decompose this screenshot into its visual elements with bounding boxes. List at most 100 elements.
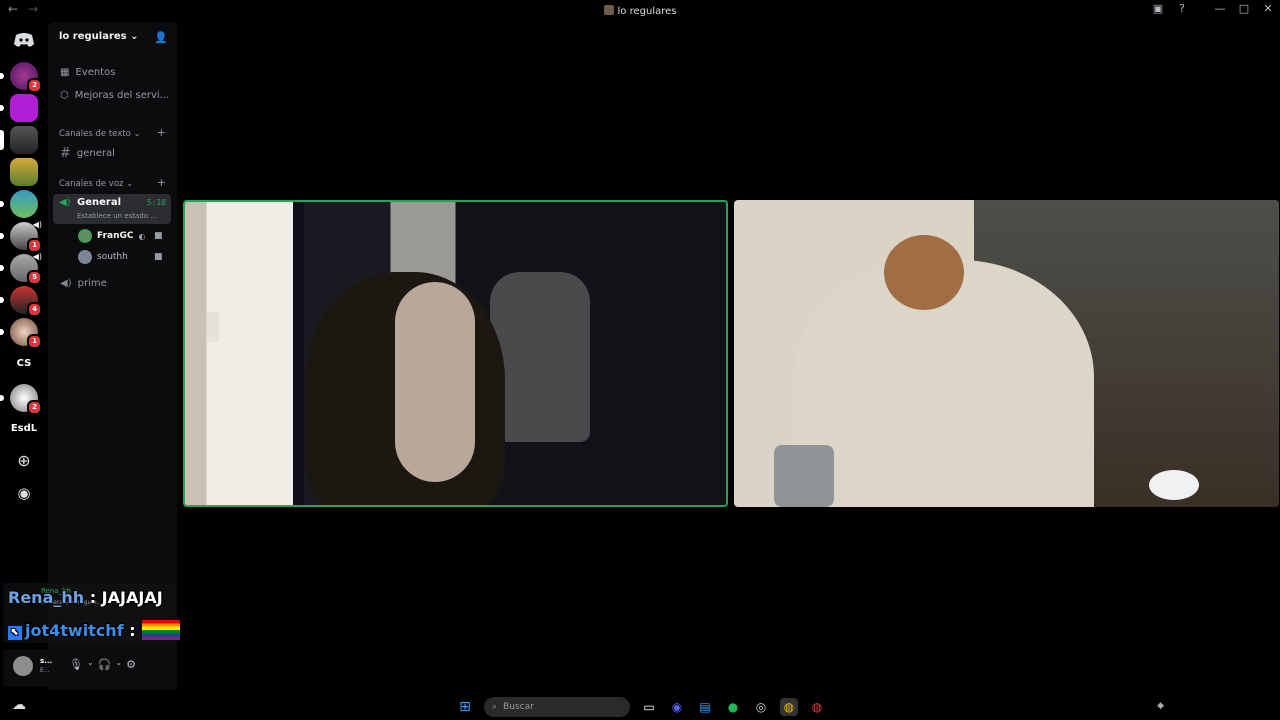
chrome-icon[interactable]: ◍ [780,698,798,716]
voice-user[interactable]: FranGC ◐ ■ [78,229,163,243]
user-panel: s... E... 🎙 ⌄ 🎧 ⌄ ⚙ [3,650,175,686]
server-item[interactable]: ◀) 1 [0,220,42,253]
minimize-icon[interactable]: — [1208,2,1232,15]
server-avatar [10,158,38,186]
camera-icon: ■ [154,231,163,241]
boost-shield-icon: ⬡ [60,90,69,101]
microphone-icon[interactable]: 🎙 [69,658,83,671]
avatar [78,250,92,264]
unread-indicator [0,265,4,271]
chevron-down-icon[interactable]: ⌄ [87,658,94,671]
inbox-icon[interactable]: ▣ [1146,2,1170,15]
store-icon[interactable]: ▤ [696,698,714,716]
spotify-icon[interactable]: ● [724,698,742,716]
overlay-message: Rena_hh : JAJAJAJ [8,588,163,607]
voice-channel-general[interactable]: ◀) General 5:10 Establece un estado ... [53,194,171,224]
server-name: lo regulares [59,31,127,42]
server-item[interactable] [10,158,38,186]
avatar [78,229,92,243]
mention-badge: 4 [27,302,42,317]
mouse [1149,470,1199,500]
gaming-chair [490,272,590,442]
boosts-item[interactable]: ⬡ Mejoras del servi... [60,90,169,101]
mention-badge: 1 [27,238,42,253]
close-icon[interactable]: ✕ [1256,2,1280,15]
hand [395,282,475,482]
calendar-icon: ▦ [60,67,70,78]
server-item[interactable]: ◀) 5 [0,252,42,285]
server-item[interactable]: 1 [0,318,42,349]
voice-channel-label: prime [77,278,107,289]
search-icon: ⌕ [492,702,498,712]
thermos [774,445,834,507]
server-item[interactable] [0,190,38,218]
help-icon[interactable]: ? [1170,2,1194,15]
invite-people-icon[interactable]: 👤 [154,31,168,44]
chevron-down-icon[interactable]: ⌄ [115,658,122,671]
overlay-text: : JAJAJAJ [84,588,163,607]
task-view-icon[interactable]: ▭ [640,698,658,716]
overlay-username: jot4twitchf [25,621,124,640]
server-item[interactable] [0,94,38,122]
server-item-cs[interactable]: CS [10,350,38,378]
video-tile-southh[interactable] [734,200,1279,507]
window-controls: ▣ ? — □ ✕ [1146,2,1280,15]
voice-speaker-icon: ◀) [32,220,42,229]
chrome-profile-icon[interactable]: ◍ [808,698,826,716]
boosts-label: Mejoras del servi... [74,90,170,101]
server-avatar [10,94,38,122]
voice-channels-category[interactable]: Canales de voz ⌄ [59,179,133,189]
user-name: s... [40,657,53,665]
set-status-prompt[interactable]: Establece un estado ... [77,212,157,220]
server-item[interactable]: 2 [0,384,42,415]
mention-badge: 2 [27,78,42,93]
maximize-icon[interactable]: □ [1232,2,1256,15]
speaker-icon: ◀) [60,278,72,289]
badge-icon: ⬉ [8,626,22,640]
voice-user[interactable]: southh ■ [78,250,163,264]
mention-badge: 2 [27,400,42,415]
server-item[interactable]: 2 [0,62,42,93]
overlay-message: ⬉ jot4twitchf : [8,620,180,640]
server-avatar [10,190,38,218]
server-item-esdl[interactable]: EsdL [10,415,38,443]
video-tile-frangc[interactable] [183,200,728,507]
unread-indicator [0,329,4,335]
voice-channel-label: General [77,197,121,208]
selected-indicator [0,130,4,150]
server-name-header[interactable]: lo regulares ⌄ [59,31,139,42]
discover-icon[interactable]: ◉ [10,479,38,507]
taskbar: ☁ ⊞ ⌕ Buscar ▭ ◉ ▤ ● ◎ ◍ ◍ ◆ [0,693,1280,720]
add-server-icon[interactable]: ⊕ [10,447,38,475]
voice-channel-prime[interactable]: ◀) prime [60,278,107,289]
windows-start-icon[interactable]: ⊞ [456,698,474,716]
weather-icon[interactable]: ☁ [12,697,26,713]
server-avatar [10,126,38,154]
rainbow-flag-emoji [141,620,180,640]
taskbar-search[interactable]: ⌕ Buscar [484,697,630,717]
events-item[interactable]: ▦ Eventos [60,67,115,78]
discord-app-icon[interactable]: ◉ [668,698,686,716]
headphones-icon[interactable]: 🎧 [98,658,112,671]
steam-icon[interactable]: ◎ [752,698,770,716]
person-head [884,235,964,310]
system-tray: ◆ [1157,701,1164,711]
avatar[interactable] [13,656,33,676]
unread-indicator [0,105,4,111]
server-item[interactable]: 4 [0,286,42,317]
voice-user-name: FranGC [97,231,134,241]
chat-overlay: Rena_hh General / lo regula... Rena_hh :… [3,583,180,643]
server-item-selected[interactable] [0,126,38,154]
add-voice-channel-icon[interactable]: + [157,176,166,189]
unread-indicator [0,233,4,239]
add-text-channel-icon[interactable]: + [157,126,166,139]
category-label: Canales de texto [59,129,131,139]
channel-general[interactable]: # general [60,146,115,161]
text-channels-category[interactable]: Canales de texto ⌄ [59,129,141,139]
discord-home-icon[interactable] [10,26,38,54]
unread-indicator [0,395,4,401]
tray-app-icon[interactable]: ◆ [1157,701,1164,711]
speaker-icon: ◀) [59,197,71,208]
settings-gear-icon[interactable]: ⚙ [126,658,136,671]
light-switch [207,312,219,342]
